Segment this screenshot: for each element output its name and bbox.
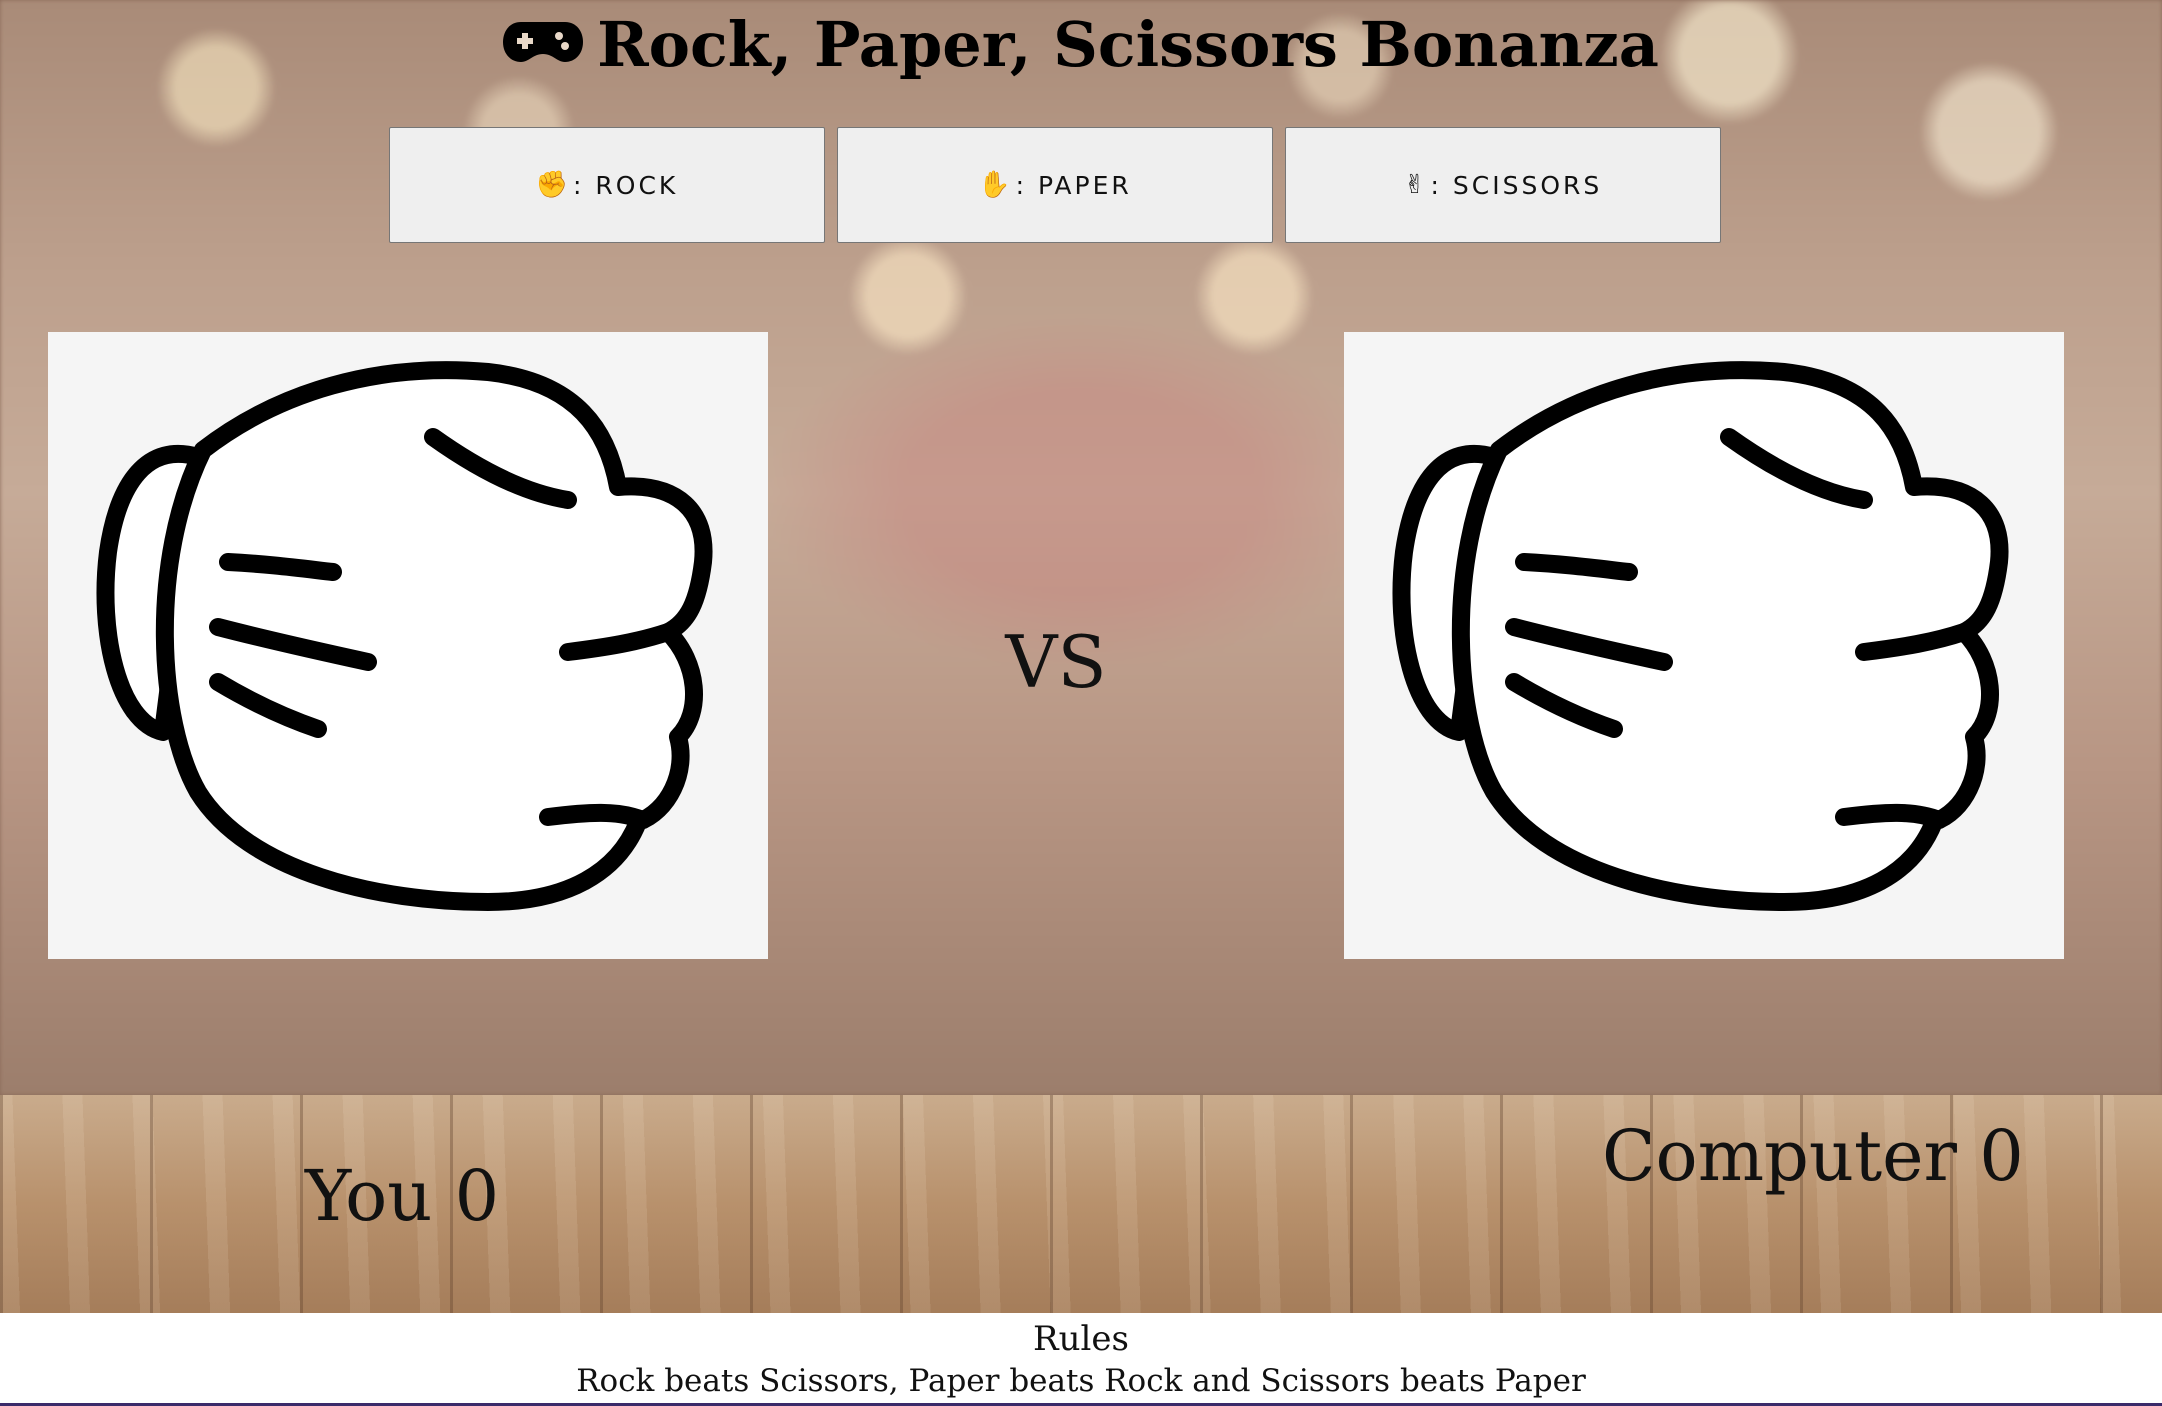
player-rock-fist-icon xyxy=(96,361,713,911)
rules-footer: Rules Rock beats Scissors, Paper beats R… xyxy=(0,1313,2162,1406)
gamepad-icon xyxy=(503,8,584,81)
paper-label: : PAPER xyxy=(1015,170,1132,200)
rock-button[interactable]: ✊: ROCK xyxy=(389,127,825,243)
computer-score: Computer 0 xyxy=(1602,1115,2024,1197)
rules-title: Rules xyxy=(1033,1319,1129,1359)
paper-hand-icon: ✋ xyxy=(978,170,1014,200)
rules-text: Rock beats Scissors, Paper beats Rock an… xyxy=(576,1363,1586,1399)
vs-label: VS xyxy=(1005,620,1107,704)
player-score: You 0 xyxy=(305,1155,500,1237)
rock-label: : ROCK xyxy=(573,170,679,200)
paper-button[interactable]: ✋: PAPER xyxy=(837,127,1273,243)
choice-controls: ✊: ROCK ✋: PAPER ✌: SCISSORS xyxy=(389,127,1725,245)
scissors-hand-icon: ✌ xyxy=(1403,170,1429,200)
page-title: Rock, Paper, Scissors Bonanza xyxy=(0,8,2162,87)
computer-rock-fist-icon xyxy=(1392,361,2009,911)
player-choice-image xyxy=(48,332,768,959)
rock-hand-icon: ✊ xyxy=(535,170,572,200)
title-text: Rock, Paper, Scissors Bonanza xyxy=(597,8,1659,81)
computer-choice-image xyxy=(1344,332,2064,959)
scissors-button[interactable]: ✌: SCISSORS xyxy=(1285,127,1721,243)
scissors-label: : SCISSORS xyxy=(1430,170,1603,200)
